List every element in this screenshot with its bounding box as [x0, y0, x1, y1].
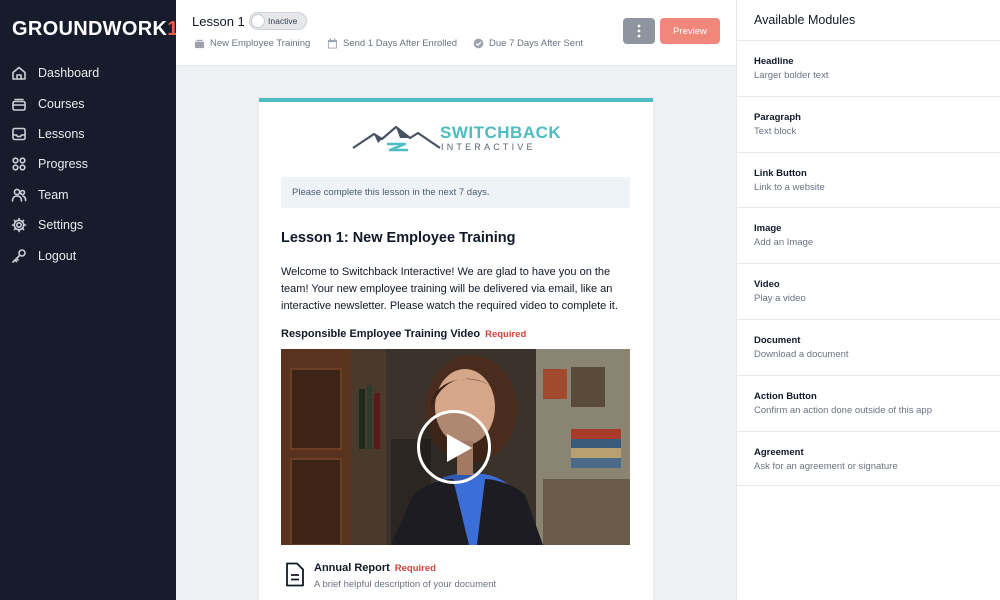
sidebar-item-courses[interactable]: Courses: [0, 88, 176, 118]
meta-send-text: Send 1 Days After Enrolled: [343, 38, 458, 49]
course-icon: [194, 39, 205, 49]
module-name: Headline: [754, 56, 794, 67]
module-video[interactable]: Video Play a video: [737, 263, 1000, 319]
module-name: Document: [754, 334, 801, 346]
panel-title: Available Modules: [754, 13, 856, 27]
module-description: Download a document: [754, 348, 849, 360]
play-button[interactable]: [417, 410, 491, 484]
document-title-row: Annual Report Required: [314, 562, 436, 574]
document-description: A brief helpful description of your docu…: [314, 579, 497, 590]
module-description: Text block: [754, 125, 797, 137]
document-icon: [286, 562, 304, 587]
mountain-logo-icon: [352, 125, 441, 152]
lesson-heading[interactable]: Lesson 1: New Employee Training: [281, 230, 515, 246]
document-title: Annual Report: [314, 562, 390, 574]
more-vertical-icon: [637, 24, 641, 38]
meta-send: Send 1 Days After Enrolled: [327, 38, 457, 49]
lesson-header: Lesson 1 Inactive New Employee Training …: [176, 0, 736, 66]
status-label: Inactive: [268, 16, 298, 26]
grid-icon: [12, 157, 26, 171]
module-description: Ask for an agreement or signature: [754, 460, 898, 472]
users-icon: [11, 188, 27, 202]
sidebar-item-label: Team: [38, 187, 69, 202]
module-description: Confirm an action done outside of this a…: [754, 404, 932, 416]
app-logo[interactable]: GROUNDWORK1: [12, 18, 179, 41]
module-name: Agreement: [754, 446, 804, 458]
sidebar-nav: Dashboard Courses Lessons Progress Team …: [0, 58, 176, 271]
email-preview-card: SWITCHBACK INTERACTIVE Please complete t…: [259, 98, 653, 600]
modules-list: Headline Larger bolder text Paragraph Te…: [737, 40, 1000, 487]
meta-course: New Employee Training: [194, 38, 310, 49]
check-circle-icon: [473, 38, 484, 49]
module-name: Video: [754, 279, 780, 291]
sidebar-item-progress[interactable]: Progress: [0, 149, 176, 179]
sidebar-item-logout[interactable]: Logout: [0, 240, 176, 270]
module-description: Link to a website: [754, 181, 825, 193]
module-description: Larger bolder text: [754, 70, 829, 81]
due-notice: Please complete this lesson in the next …: [281, 177, 630, 208]
required-badge: Required: [485, 329, 527, 340]
switchback-logo: SWITCHBACK INTERACTIVE: [352, 122, 562, 154]
home-icon: [12, 66, 26, 80]
page-title: Lesson 1: [192, 14, 245, 29]
meta-due-text: Due 7 Days After Sent: [489, 38, 583, 49]
preview-button[interactable]: Preview: [660, 18, 720, 44]
calendar-icon: [327, 38, 338, 49]
video-label: Responsible Employee Training Video Requi…: [281, 328, 526, 340]
video-title: Responsible Employee Training Video: [281, 328, 481, 340]
toggle-knob: [251, 14, 265, 28]
sidebar-item-team[interactable]: Team: [0, 180, 176, 210]
meta-due: Due 7 Days After Sent: [473, 38, 583, 49]
status-toggle[interactable]: Inactive: [249, 12, 307, 30]
required-badge: Required: [394, 563, 436, 574]
module-image[interactable]: Image Add an Image: [737, 207, 1000, 263]
brand-name: SWITCHBACK: [440, 123, 562, 142]
module-action-button[interactable]: Action Button Confirm an action done out…: [737, 374, 1000, 431]
document-attachment[interactable]: Annual Report Required A brief helpful de…: [281, 560, 630, 594]
module-name: Paragraph: [754, 111, 801, 123]
module-paragraph[interactable]: Paragraph Text block: [737, 95, 1000, 152]
sidebar-item-dashboard[interactable]: Dashboard: [0, 58, 176, 88]
sidebar-item-label: Progress: [38, 157, 89, 172]
key-icon: [12, 248, 26, 263]
module-name: Action Button: [754, 390, 817, 402]
brand-subtitle: INTERACTIVE: [441, 142, 536, 152]
sidebar-item-label: Courses: [38, 96, 85, 111]
sidebar-item-lessons[interactable]: Lessons: [0, 119, 176, 149]
module-description: Add an Image: [754, 237, 814, 249]
inbox-icon: [12, 127, 26, 141]
app-logo-text: GROUNDWORK: [12, 18, 168, 40]
sidebar: GROUNDWORK1 Dashboard Courses Lessons Pr…: [0, 0, 179, 600]
sidebar-item-label: Logout: [38, 248, 77, 263]
modules-panel: Available Modules Headline Larger bolder…: [736, 0, 1000, 600]
sidebar-item-label: Dashboard: [38, 66, 100, 81]
meta-course-text: New Employee Training: [210, 38, 311, 49]
play-icon: [447, 434, 472, 462]
module-headline[interactable]: Headline Larger bolder text: [737, 40, 1000, 96]
module-name: Link Button: [754, 167, 807, 179]
module-link-button[interactable]: Link Button Link to a website: [737, 151, 1000, 208]
sidebar-item-label: Lessons: [38, 126, 85, 141]
intro-paragraph[interactable]: Welcome to Switchback Interactive! We ar…: [281, 264, 633, 315]
sidebar-item-settings[interactable]: Settings: [0, 210, 176, 240]
module-description: Play a video: [754, 293, 806, 305]
gear-icon: [11, 217, 27, 233]
module-document[interactable]: Document Download a document: [737, 318, 1000, 375]
stack-icon: [12, 98, 26, 111]
sidebar-item-label: Settings: [38, 218, 84, 233]
video-player[interactable]: [281, 349, 630, 545]
lesson-canvas: SWITCHBACK INTERACTIVE Please complete t…: [176, 67, 736, 600]
module-agreement[interactable]: Agreement Ask for an agreement or signat…: [737, 430, 1000, 487]
module-name: Image: [754, 223, 782, 235]
more-options-button[interactable]: [623, 18, 655, 44]
